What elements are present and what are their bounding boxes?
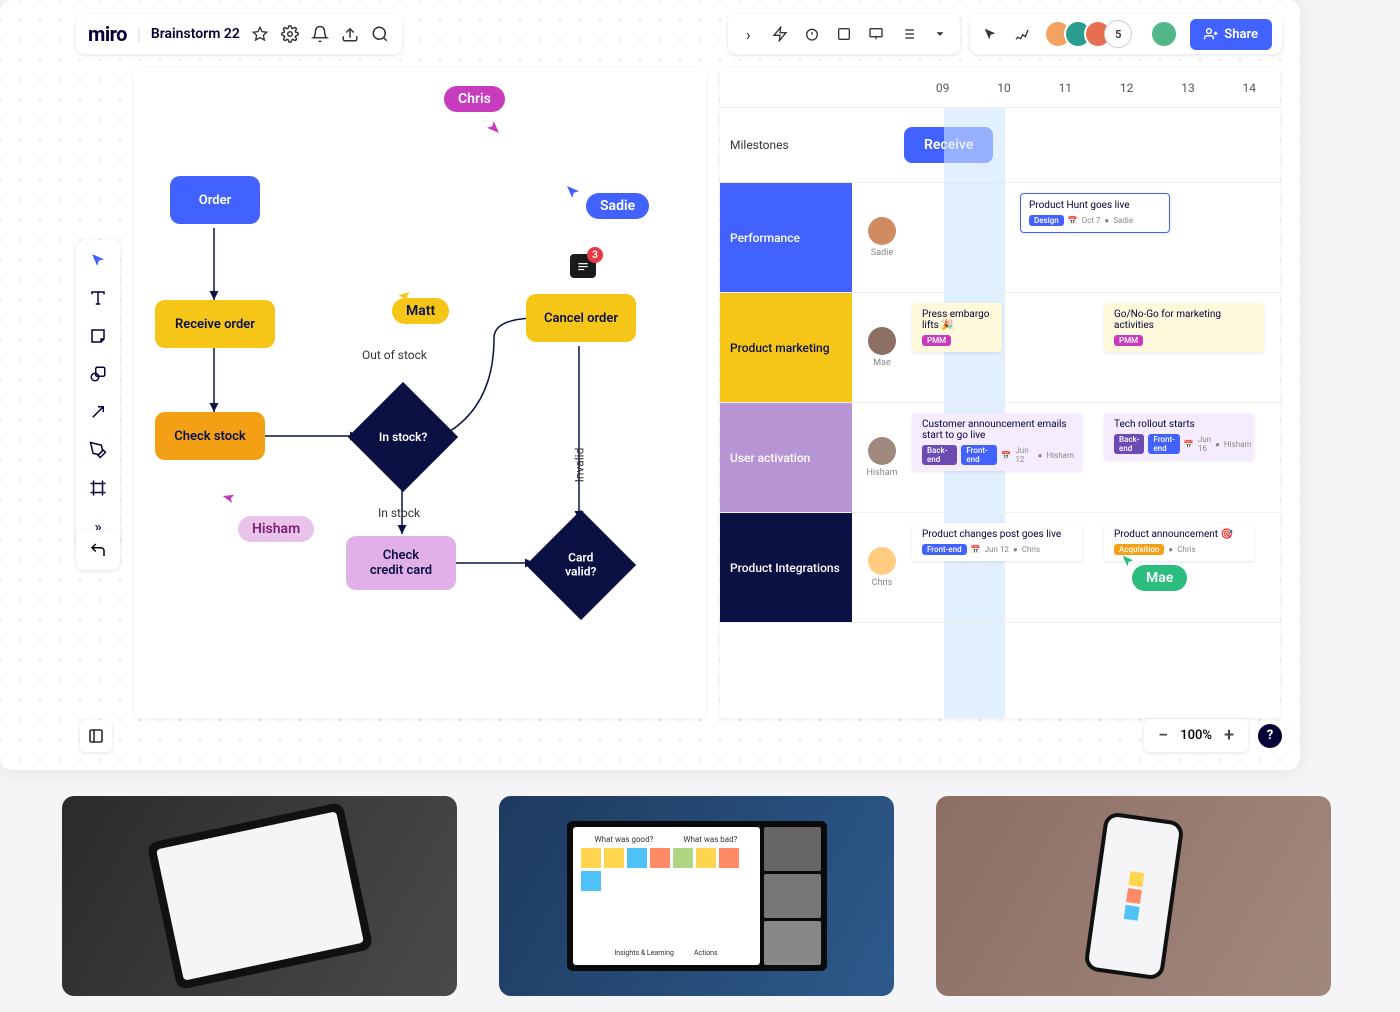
zoom-out-button[interactable]: − <box>1154 725 1172 746</box>
timer-icon[interactable] <box>802 24 822 44</box>
timeline-row-performance: Performance Sadie Product Hunt goes live… <box>720 183 1280 293</box>
timeline-frame[interactable]: 09 10 11 12 13 14 Milestones Receive Per… <box>720 68 1280 718</box>
collab-group: 5 Share <box>970 14 1282 54</box>
flow-node-order[interactable]: Order <box>170 176 260 224</box>
share-button[interactable]: Share <box>1190 19 1272 50</box>
bolt-icon[interactable] <box>770 24 790 44</box>
miro-app-window: miro | Brainstorm 22 › 5 <box>0 0 1300 770</box>
comment-count-badge: 3 <box>587 247 603 263</box>
top-toolbar-right: › 5 Share <box>728 14 1282 54</box>
avatar <box>868 547 896 575</box>
flow-node-receive[interactable]: Receive order <box>155 300 275 348</box>
shape-tool[interactable] <box>86 362 110 386</box>
star-icon[interactable] <box>250 24 270 44</box>
cursor-matt: Matt <box>392 300 449 319</box>
board-title[interactable]: Brainstorm 22 <box>151 26 240 42</box>
card-embargo[interactable]: Press embargo lifts 🎉 PMM <box>912 303 1002 352</box>
arrow-tool[interactable] <box>86 400 110 424</box>
flow-node-card-valid[interactable]: Card valid? <box>526 510 636 620</box>
sticky-tool[interactable] <box>86 324 110 348</box>
timeline-row-marketing: Product marketing Mae Press embargo lift… <box>720 293 1280 403</box>
device-photos-row: What was good?What was bad? Insights & L… <box>62 796 1331 996</box>
tools-panel: » <box>76 240 120 546</box>
cursor-sadie: Sadie <box>564 183 582 201</box>
avatar <box>868 217 896 245</box>
cursor-icon[interactable] <box>980 24 1000 44</box>
search-icon[interactable] <box>370 24 390 44</box>
card-gonogo[interactable]: Go/No-Go for marketing activities PMM <box>1104 303 1264 352</box>
frame-tool[interactable] <box>86 476 110 500</box>
text-tool[interactable] <box>86 286 110 310</box>
help-button[interactable]: ? <box>1258 724 1282 748</box>
export-icon[interactable] <box>340 24 360 44</box>
list-icon[interactable] <box>898 24 918 44</box>
flowchart-frame[interactable]: Order Receive order Check stock In stock… <box>134 68 706 718</box>
bell-icon[interactable] <box>310 24 330 44</box>
comment-thread[interactable]: 3 <box>570 254 596 278</box>
more-icon[interactable] <box>930 24 950 44</box>
avatar <box>868 437 896 465</box>
zoom-in-button[interactable]: + <box>1220 725 1238 746</box>
undo-button[interactable] <box>76 530 120 570</box>
timeline-row-activation: User activation Hisham Customer announce… <box>720 403 1280 513</box>
zoom-level[interactable]: 100% <box>1180 728 1212 743</box>
apps-group: › <box>728 14 960 54</box>
photo-phone <box>936 796 1331 996</box>
note-icon[interactable] <box>834 24 854 44</box>
pen-tool[interactable] <box>86 438 110 462</box>
current-user-avatar[interactable] <box>1150 20 1178 48</box>
card-announce[interactable]: Customer announcement emails start to go… <box>912 413 1082 471</box>
collaborator-avatars[interactable]: 5 <box>1044 20 1132 48</box>
edge-label-invalid: Invalid <box>572 448 586 483</box>
cursor-mae: Mae <box>1120 553 1136 569</box>
flow-node-in-stock[interactable]: In stock? <box>348 382 458 492</box>
avatar-count[interactable]: 5 <box>1104 20 1132 48</box>
flow-node-check-cc[interactable]: Check credit card <box>346 536 456 590</box>
top-toolbar-left: miro | Brainstorm 22 <box>76 14 402 54</box>
photo-tablet <box>62 796 457 996</box>
card-pchanges[interactable]: Product changes post goes live Front-end… <box>912 523 1082 561</box>
miro-logo[interactable]: miro <box>88 22 127 46</box>
present-icon[interactable] <box>866 24 886 44</box>
reactions-icon[interactable] <box>1012 24 1032 44</box>
edge-label-out-of-stock: Out of stock <box>362 348 427 362</box>
flow-connectors <box>134 68 706 718</box>
avatar <box>868 327 896 355</box>
timeline-header: 09 10 11 12 13 14 <box>720 68 1280 108</box>
flow-node-check-stock[interactable]: Check stock <box>155 412 265 460</box>
flow-node-cancel[interactable]: Cancel order <box>526 294 636 342</box>
bottom-bar: − 100% + ? <box>80 719 1282 752</box>
chevron-right-icon[interactable]: › <box>738 24 758 44</box>
select-tool[interactable] <box>86 248 110 272</box>
zoom-controls: − 100% + <box>1144 719 1248 752</box>
frames-panel-toggle[interactable] <box>80 720 112 752</box>
settings-icon[interactable] <box>280 24 300 44</box>
edge-label-in-stock: In stock <box>378 506 420 520</box>
card-product-hunt[interactable]: Product Hunt goes live Design📅Oct 7●Sadi… <box>1020 193 1170 233</box>
card-tech[interactable]: Tech rollout starts Back-endFront-end📅Ju… <box>1104 413 1254 460</box>
cursor-chris: Chris <box>444 88 505 107</box>
photo-tv: What was good?What was bad? Insights & L… <box>499 796 894 996</box>
timeline-row-integrations: Product Integrations Chris Product chang… <box>720 513 1280 623</box>
